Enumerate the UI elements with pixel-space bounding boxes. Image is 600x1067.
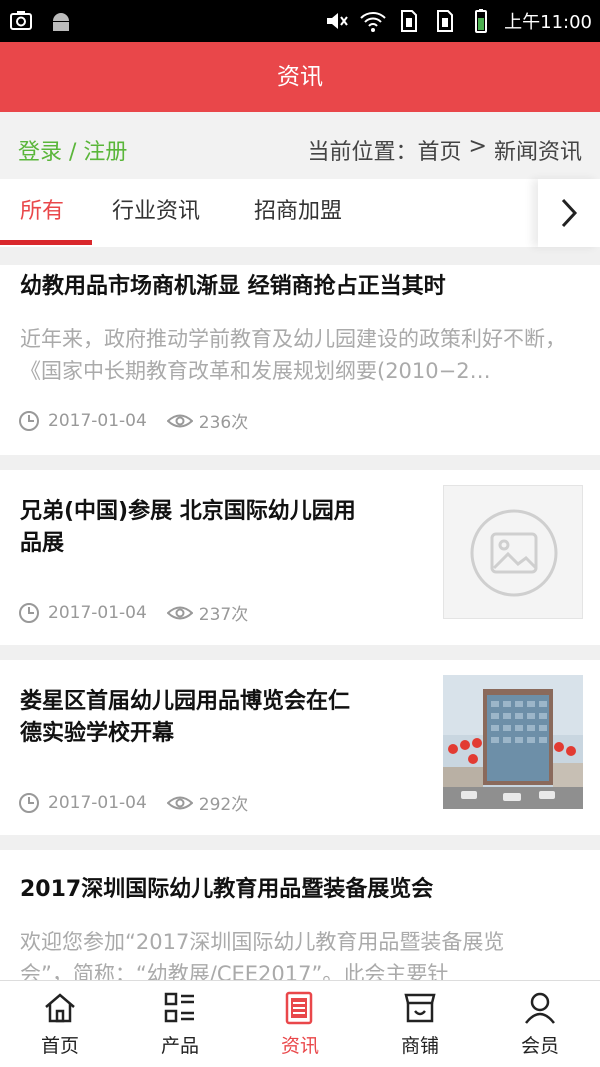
sim1-icon <box>401 10 418 32</box>
article-summary: 近年来，政府推动学前教育及幼儿园建设的政策利好不断，《国家中长期教育改革和发展规… <box>20 327 566 383</box>
nav-member-label: 会员 <box>520 1035 559 1057</box>
article-title-line: 品展 <box>20 531 65 556</box>
clock-icon <box>19 602 39 623</box>
article-card[interactable]: 兄弟(中国)参展 北京国际幼儿园用 品展 2017-01-04 237次 <box>0 470 600 645</box>
status-bar: 上午11:00 <box>0 0 600 42</box>
news-icon <box>285 991 313 1025</box>
page-title: 资讯 <box>0 42 600 112</box>
eye-icon <box>166 414 193 427</box>
category-tabs: 所有 行业资讯 招商加盟 <box>0 179 600 247</box>
nav-news-label: 资讯 <box>280 1035 319 1057</box>
article-meta: 2017-01-04 292次 <box>18 790 248 815</box>
article-date: 2017-01-04 <box>48 792 147 813</box>
placeholder-image-icon <box>470 509 558 597</box>
article-title: 幼教用品市场商机渐显 经销商抢占正当其时 <box>20 274 446 299</box>
article-title-line: 兄弟(中国)参展 北京国际幼儿园用 <box>20 499 356 524</box>
battery-icon <box>475 9 488 33</box>
article-thumbnail <box>443 675 583 809</box>
nav-news[interactable]: 资讯 <box>240 981 360 1067</box>
nav-shop[interactable]: 商铺 <box>360 981 480 1067</box>
article-views: 236次 <box>198 413 249 433</box>
article-date: 2017-01-04 <box>48 602 147 623</box>
nav-products[interactable]: 产品 <box>120 981 240 1067</box>
article-card[interactable]: 娄星区首届幼儿园用品博览会在仁 德实验学校开幕 2017-01-04 292次 <box>0 660 600 835</box>
breadcrumb-prefix: 当前位置： <box>307 140 418 165</box>
home-icon <box>45 993 75 1023</box>
active-tab-indicator <box>0 240 92 245</box>
list-icon <box>164 992 194 1023</box>
shop-icon <box>404 993 436 1023</box>
clock-icon <box>19 792 39 813</box>
article-summary: 欢迎您参加“2017深圳国际幼儿教育用品暨装备展览 <box>20 930 505 954</box>
nav-home[interactable]: 首页 <box>0 981 120 1067</box>
article-summary: 会”，简称：“幼教展/CEE2017”。此会主要针 <box>20 962 449 980</box>
article-card[interactable]: 幼教用品市场商机渐显 经销商抢占正当其时 近年来，政府推动学前教育及幼儿园建设的… <box>0 265 600 455</box>
eye-icon <box>166 606 193 619</box>
status-time: 上午11:00 <box>504 12 592 33</box>
mute-icon <box>327 13 348 29</box>
android-icon <box>53 13 69 31</box>
nav-home-label: 首页 <box>40 1035 79 1057</box>
article-views: 237次 <box>198 605 249 625</box>
clock-icon <box>19 410 39 431</box>
article-views: 292次 <box>198 795 249 815</box>
article-title-line: 娄星区首届幼儿园用品博览会在仁 <box>20 689 351 714</box>
nav-member[interactable]: 会员 <box>480 981 600 1067</box>
nav-products-label: 产品 <box>160 1035 199 1057</box>
tab-all[interactable]: 所有 <box>20 179 64 247</box>
login-register-link[interactable]: 登录 / 注册 <box>18 134 127 166</box>
breadcrumb-separator: > <box>461 134 494 159</box>
article-thumbnail <box>443 485 583 619</box>
tabs-scroll-right-button[interactable] <box>538 179 600 247</box>
tab-franchise[interactable]: 招商加盟 <box>254 179 342 247</box>
article-date: 2017-01-04 <box>48 410 147 431</box>
breadcrumb-row: 登录 / 注册 当前位置： 首页 > 新闻资讯 <box>0 112 600 179</box>
article-title: 2017深圳国际幼儿教育用品暨装备展览会 <box>20 877 434 902</box>
user-icon <box>525 992 555 1024</box>
article-meta: 2017-01-04 237次 <box>18 600 248 625</box>
building-photo <box>443 675 583 809</box>
bottom-navigation: 首页 产品 资讯 商铺 会员 <box>0 980 600 1067</box>
sim2-icon <box>437 10 454 32</box>
breadcrumb-home-link[interactable]: 首页 <box>418 134 462 166</box>
breadcrumb-current: 新闻资讯 <box>493 140 582 165</box>
screenshot-icon <box>10 11 32 30</box>
article-card[interactable]: 2017深圳国际幼儿教育用品暨装备展览会 欢迎您参加“2017深圳国际幼儿教育用… <box>0 850 600 980</box>
wifi-icon <box>360 12 386 32</box>
article-title-line: 德实验学校开幕 <box>20 721 175 746</box>
tab-industry-news[interactable]: 行业资讯 <box>112 179 200 247</box>
eye-icon <box>166 796 193 809</box>
chevron-right-icon <box>561 198 578 228</box>
nav-shop-label: 商铺 <box>400 1035 439 1057</box>
breadcrumb: 当前位置： 首页 > 新闻资讯 <box>308 134 582 166</box>
article-meta: 2017-01-04 236次 <box>18 408 248 433</box>
